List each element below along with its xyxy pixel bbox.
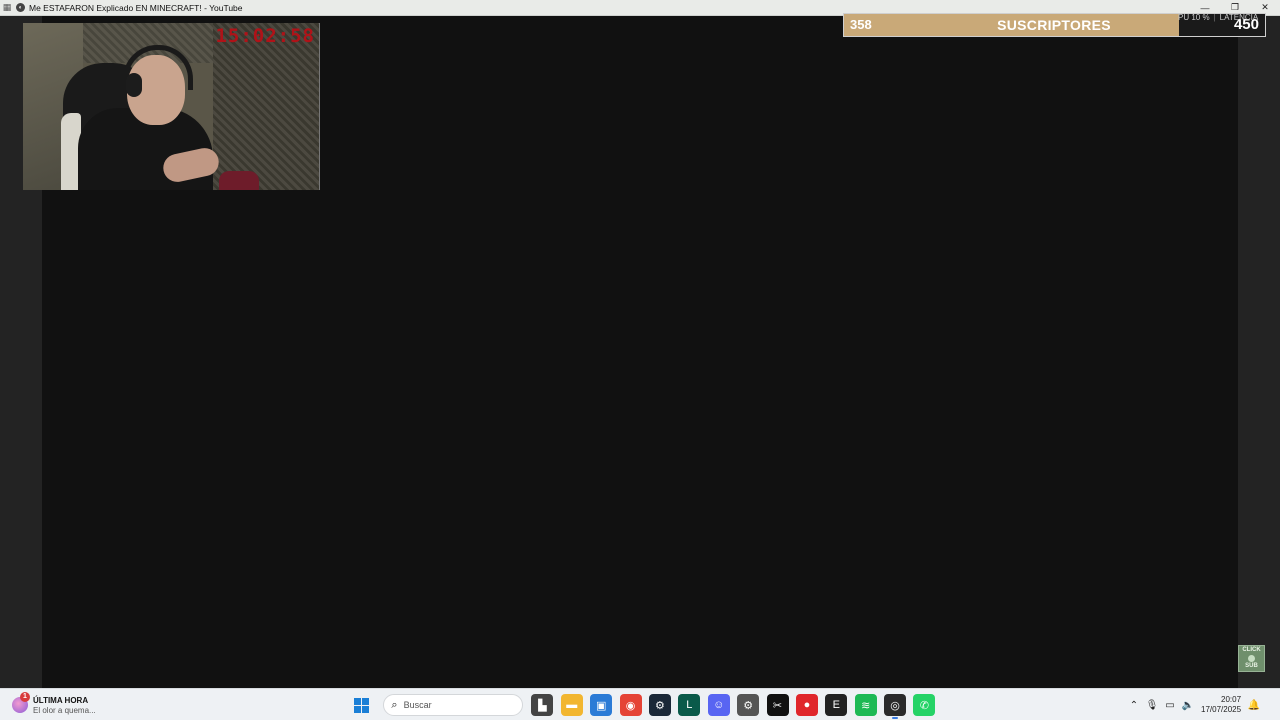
spotify-icon[interactable]: ≋ xyxy=(854,694,877,716)
screen: ▦ ◐ Me ESTAFARON Explicado EN MINECRAFT!… xyxy=(0,0,1280,720)
taskbar-apps: ⌕ Buscar ▙ ▬ ▣ ◉ ⚙ L ☺ ⚙ ✂ ● E ≋ ◎ ✆ xyxy=(350,693,943,719)
news-widget-icon: 1 xyxy=(12,692,30,713)
whatsapp-icon[interactable]: ✆ xyxy=(913,694,936,716)
subscribe-badge-line2: SUB xyxy=(1245,663,1258,669)
settings-icon[interactable]: ⚙ xyxy=(737,694,760,716)
system-tray: ⌃ 🎙 ▭ 🔈 20:07 17/07/2025 🔔 xyxy=(1125,693,1263,717)
epic-games-icon[interactable]: E xyxy=(825,694,848,716)
chrome-icon[interactable]: ◉ xyxy=(619,694,642,716)
taskbar-clock[interactable]: 20:07 17/07/2025 xyxy=(1201,695,1241,715)
performance-overlay: PU 10 % | LATENCIA xyxy=(1178,13,1259,22)
clock-date: 17/07/2025 xyxy=(1201,705,1242,714)
subscribe-badge-line1: CLICK xyxy=(1242,647,1261,653)
news-widget[interactable]: 1 ÚLTIMA HORA El olor a quema... xyxy=(12,692,96,717)
subscribe-badge: CLICK SUB xyxy=(1238,645,1265,672)
steam-icon[interactable]: ⚙ xyxy=(648,694,671,716)
webcam-overlay: 15:02:58 xyxy=(23,23,320,190)
window-title: Me ESTAFARON Explicado EN MINECRAFT! - Y… xyxy=(29,2,243,13)
news-badge: 1 xyxy=(20,692,30,702)
subscriber-current: 358 xyxy=(850,17,872,32)
app-red-icon[interactable]: ● xyxy=(795,694,818,716)
windows-start-icon[interactable] xyxy=(350,694,372,716)
microphone-icon[interactable]: 🎙 xyxy=(1143,694,1161,716)
capcut-icon[interactable]: ✂ xyxy=(766,694,789,716)
subscriber-label: SUSCRIPTORES xyxy=(997,17,1111,33)
network-icon[interactable]: ▭ xyxy=(1161,694,1179,716)
taskbar: 1 ÚLTIMA HORA El olor a quema... ⌕ Busca… xyxy=(0,688,1280,720)
window-menu-icon[interactable]: ▦ xyxy=(0,0,14,15)
notification-bell-icon[interactable]: 🔔 xyxy=(1245,694,1263,716)
league-icon[interactable]: L xyxy=(678,694,701,716)
store-icon[interactable]: ▣ xyxy=(590,694,613,716)
discord-icon[interactable]: ☺ xyxy=(707,694,730,716)
search-placeholder: Buscar xyxy=(403,700,432,710)
search-input[interactable]: ⌕ Buscar xyxy=(383,694,524,716)
webcam-clock: 15:02:58 xyxy=(215,25,315,47)
news-subtitle: El olor a quema... xyxy=(33,705,96,715)
right-margin xyxy=(1238,16,1280,688)
webcam-headphone-ear xyxy=(126,73,142,97)
chevron-up-icon[interactable]: ⌃ xyxy=(1125,694,1143,716)
cpu-usage-text: PU 10 % xyxy=(1178,13,1210,22)
webcam-equipment xyxy=(219,171,259,190)
webcam-acoustic-panel xyxy=(213,23,319,190)
clock-time: 20:07 xyxy=(1221,695,1242,704)
folder-icon[interactable]: ▬ xyxy=(560,694,583,716)
latency-text: LATENCIA xyxy=(1219,13,1259,22)
running-indicator xyxy=(892,717,899,719)
app-logo-icon: ◐ xyxy=(16,3,25,12)
file-explorer-icon[interactable]: ▙ xyxy=(531,694,554,716)
obs-icon[interactable]: ◎ xyxy=(884,694,907,719)
volume-icon[interactable]: 🔈 xyxy=(1179,694,1197,716)
news-title: ÚLTIMA HORA xyxy=(33,695,89,705)
subscribe-badge-icon xyxy=(1248,655,1255,662)
search-icon: ⌕ xyxy=(391,698,398,711)
